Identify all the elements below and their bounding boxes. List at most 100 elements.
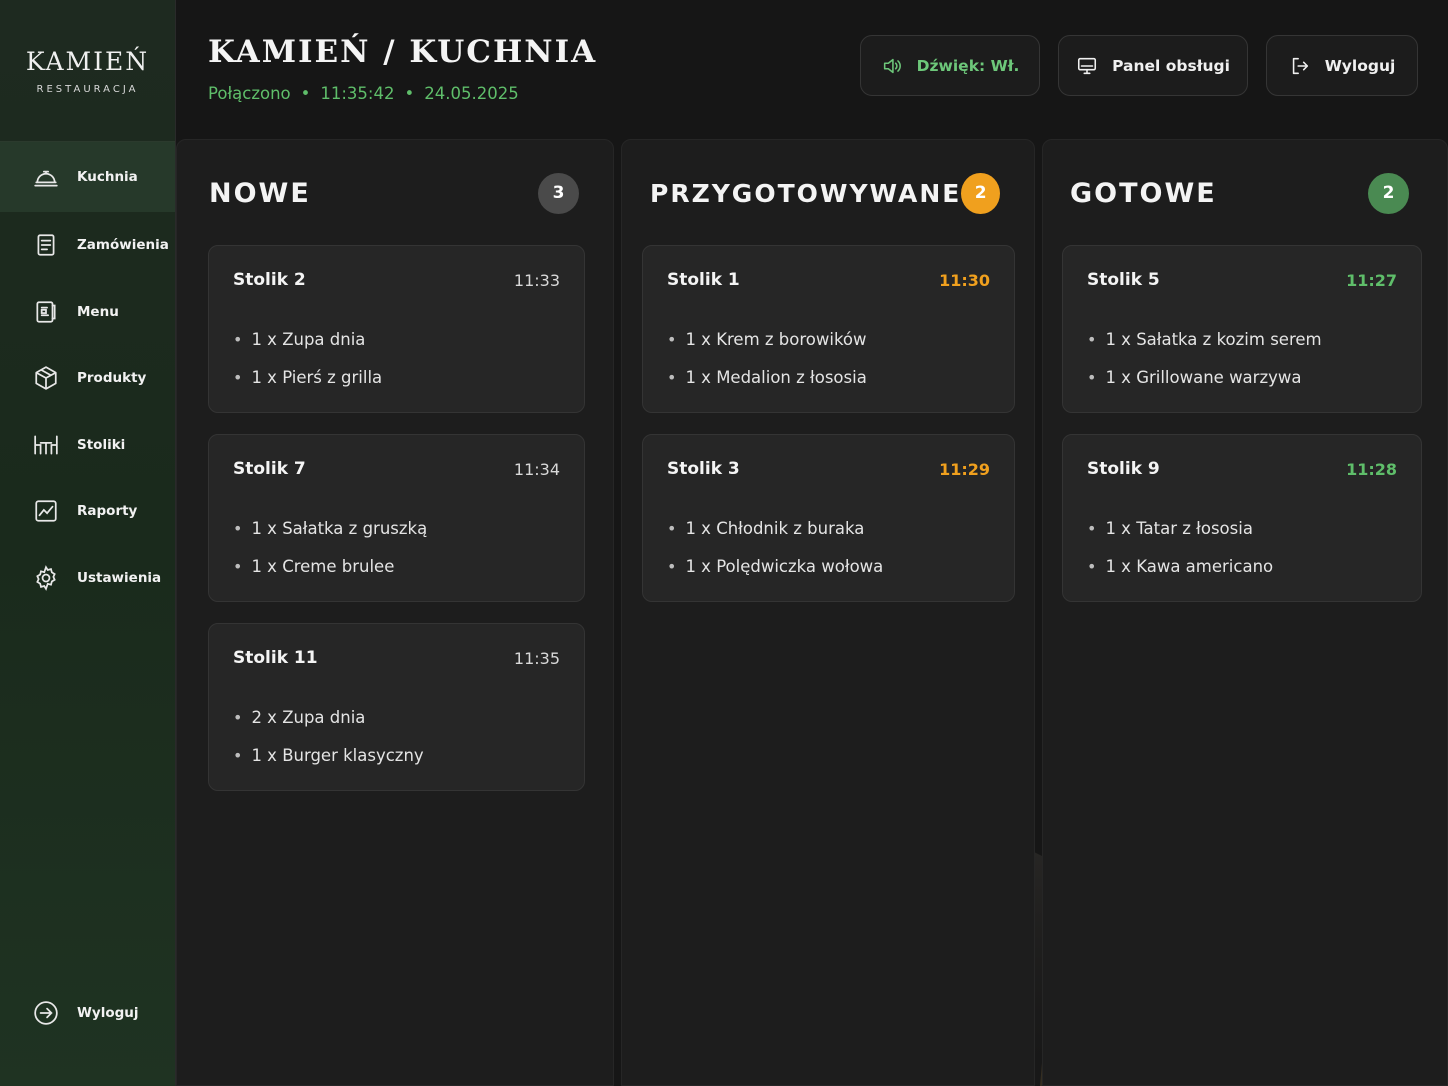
order-card[interactable]: Stolik 2 11:33 1 x Zupa dnia 1 x Pierś z…	[208, 245, 585, 413]
table-name: Stolik 9	[1087, 459, 1160, 479]
order-time: 11:29	[939, 459, 990, 479]
sidebar-item-produkty[interactable]: Produkty	[0, 345, 175, 412]
column-title: GOTOWE	[1070, 177, 1217, 209]
logout-icon	[1292, 57, 1308, 74]
order-item: 1 x Zupa dnia	[233, 320, 382, 358]
table-name: Stolik 11	[233, 648, 318, 668]
count-badge: 2	[961, 172, 1000, 214]
order-items: 1 x Tatar z łososia 1 x Kawa americano	[1087, 509, 1273, 585]
card-header: Stolik 11 11:35	[233, 648, 560, 668]
speaker-icon	[883, 58, 901, 73]
card-header: Stolik 5 11:27	[1087, 270, 1397, 290]
order-time: 11:28	[1346, 459, 1397, 479]
column-title: NOWE	[209, 177, 311, 209]
column-in-progress: PRZYGOTOWYWANE 2 Stolik 1 11:30 1 x Krem…	[621, 139, 1035, 1086]
panel-label: Panel obsługi	[1112, 56, 1230, 75]
card-header: Stolik 1 11:30	[667, 270, 990, 290]
sidebar-item-label: Zamówienia	[77, 237, 169, 254]
order-card[interactable]: Stolik 7 11:34 1 x Sałatka z gruszką 1 x…	[208, 434, 585, 602]
column-header: GOTOWE 2	[1070, 172, 1409, 214]
order-item: 1 x Grillowane warzywa	[1087, 358, 1322, 396]
order-card[interactable]: Stolik 11 11:35 2 x Zupa dnia 1 x Burger…	[208, 623, 585, 791]
card-header: Stolik 3 11:29	[667, 459, 990, 479]
sidebar-item-ustawienia[interactable]: Ustawienia	[0, 545, 175, 612]
card-header: Stolik 2 11:33	[233, 270, 560, 290]
column-title: PRZYGOTOWYWANE	[650, 178, 962, 208]
connection-status: Połączono • 11:35:42 • 24.05.2025	[208, 84, 519, 103]
card-header: Stolik 9 11:28	[1087, 459, 1397, 479]
table-name: Stolik 5	[1087, 270, 1160, 290]
order-card[interactable]: Stolik 9 11:28 1 x Tatar z łososia 1 x K…	[1062, 434, 1422, 602]
count-badge: 2	[1368, 172, 1409, 214]
sidebar-logout-button[interactable]: Wyloguj	[0, 988, 176, 1038]
order-item: 1 x Kawa americano	[1087, 547, 1273, 585]
card-header: Stolik 7 11:34	[233, 459, 560, 479]
table-name: Stolik 3	[667, 459, 740, 479]
sidebar-item-raporty[interactable]: Raporty	[0, 478, 175, 545]
order-item: 1 x Burger klasyczny	[233, 736, 423, 774]
document-icon	[37, 234, 55, 256]
order-time: 11:30	[939, 270, 990, 290]
box-icon	[35, 366, 57, 390]
chart-icon	[35, 500, 57, 522]
order-card[interactable]: Stolik 1 11:30 1 x Krem z borowików 1 x …	[642, 245, 1015, 413]
order-time: 11:35	[513, 648, 560, 668]
sound-toggle-button[interactable]: Dźwięk: Wł.	[860, 35, 1040, 96]
sidebar-item-label: Kuchnia	[77, 169, 138, 185]
order-items: 1 x Sałatka z gruszką 1 x Creme brulee	[233, 509, 427, 585]
monitor-icon	[1078, 57, 1097, 74]
logo: KAMIEŃ RESTAURACJA	[0, 0, 175, 142]
sidebar-item-label: Raporty	[77, 503, 138, 520]
logo-main: KAMIEŃ	[25, 46, 150, 76]
table-name: Stolik 2	[233, 270, 306, 290]
order-card[interactable]: Stolik 5 11:27 1 x Sałatka z kozim serem…	[1062, 245, 1422, 413]
order-item: 1 x Creme brulee	[233, 547, 427, 585]
table-icon	[34, 435, 58, 455]
table-name: Stolik 7	[233, 459, 306, 479]
table-name: Stolik 1	[667, 270, 740, 290]
order-item: 1 x Medalion z łososia	[667, 358, 866, 396]
logo-sub: RESTAURACJA	[36, 83, 139, 95]
sidebar-item-menu[interactable]: Menu	[0, 279, 175, 346]
logout-button[interactable]: Wyloguj	[1266, 35, 1418, 96]
sidebar-item-kuchnia[interactable]: Kuchnia	[0, 142, 175, 212]
arrow-right-circle-icon	[34, 1001, 58, 1025]
page-title: KAMIEŃ / KUCHNIA	[208, 34, 598, 70]
column-header: PRZYGOTOWYWANE 2	[650, 172, 1000, 214]
column-ready: GOTOWE 2 Stolik 5 11:27 1 x Sałatka z ko…	[1042, 139, 1448, 1086]
order-item: 1 x Pierś z grilla	[233, 358, 382, 396]
order-items: 1 x Chłodnik z buraka 1 x Polędwiczka wo…	[667, 509, 883, 585]
sidebar-item-stoliki[interactable]: Stoliki	[0, 412, 175, 479]
order-item: 2 x Zupa dnia	[233, 698, 424, 736]
order-time: 11:34	[513, 459, 560, 479]
menu-book-icon	[36, 301, 56, 323]
sidebar: KAMIEŃ RESTAURACJA Kuchnia Zamówienia Me…	[0, 0, 176, 1086]
order-items: 1 x Sałatka z kozim serem 1 x Grillowane…	[1087, 320, 1322, 396]
sidebar-logout-label: Wyloguj	[77, 1005, 139, 1021]
order-card[interactable]: Stolik 3 11:29 1 x Chłodnik z buraka 1 x…	[642, 434, 1015, 602]
sound-label: Dźwięk: Wł.	[916, 56, 1020, 75]
sidebar-nav: Kuchnia Zamówienia Menu Produkty Stoliki…	[0, 142, 175, 611]
header: KAMIEŃ / KUCHNIA Połączono • 11:35:42 • …	[176, 0, 1448, 138]
service-panel-button[interactable]: Panel obsługi	[1058, 35, 1248, 96]
bell-icon	[34, 170, 58, 187]
separator-dot: •	[300, 84, 311, 103]
order-item: 1 x Polędwiczka wołowa	[667, 547, 883, 585]
connection-label: Połączono	[208, 84, 291, 103]
sidebar-item-label: Menu	[77, 303, 119, 320]
order-time: 11:33	[513, 270, 560, 290]
sidebar-item-label: Stoliki	[77, 436, 126, 453]
order-items: 1 x Krem z borowików 1 x Medalion z łoso…	[667, 320, 866, 396]
logout-label: Wyloguj	[1324, 56, 1396, 75]
separator-dot: •	[404, 84, 415, 103]
status-time: 11:35:42	[320, 84, 395, 103]
sidebar-item-label: Ustawienia	[77, 569, 162, 586]
order-items: 1 x Zupa dnia 1 x Pierś z grilla	[233, 320, 382, 396]
order-item: 1 x Tatar z łososia	[1087, 509, 1273, 547]
gear-icon	[36, 564, 56, 591]
sidebar-item-zamowienia[interactable]: Zamówienia	[0, 212, 175, 279]
order-item: 1 x Sałatka z kozim serem	[1087, 320, 1321, 358]
column-new: NOWE 3 Stolik 2 11:33 1 x Zupa dnia 1 x …	[176, 139, 614, 1086]
sidebar-item-label: Produkty	[77, 370, 147, 387]
status-date: 24.05.2025	[424, 84, 519, 103]
